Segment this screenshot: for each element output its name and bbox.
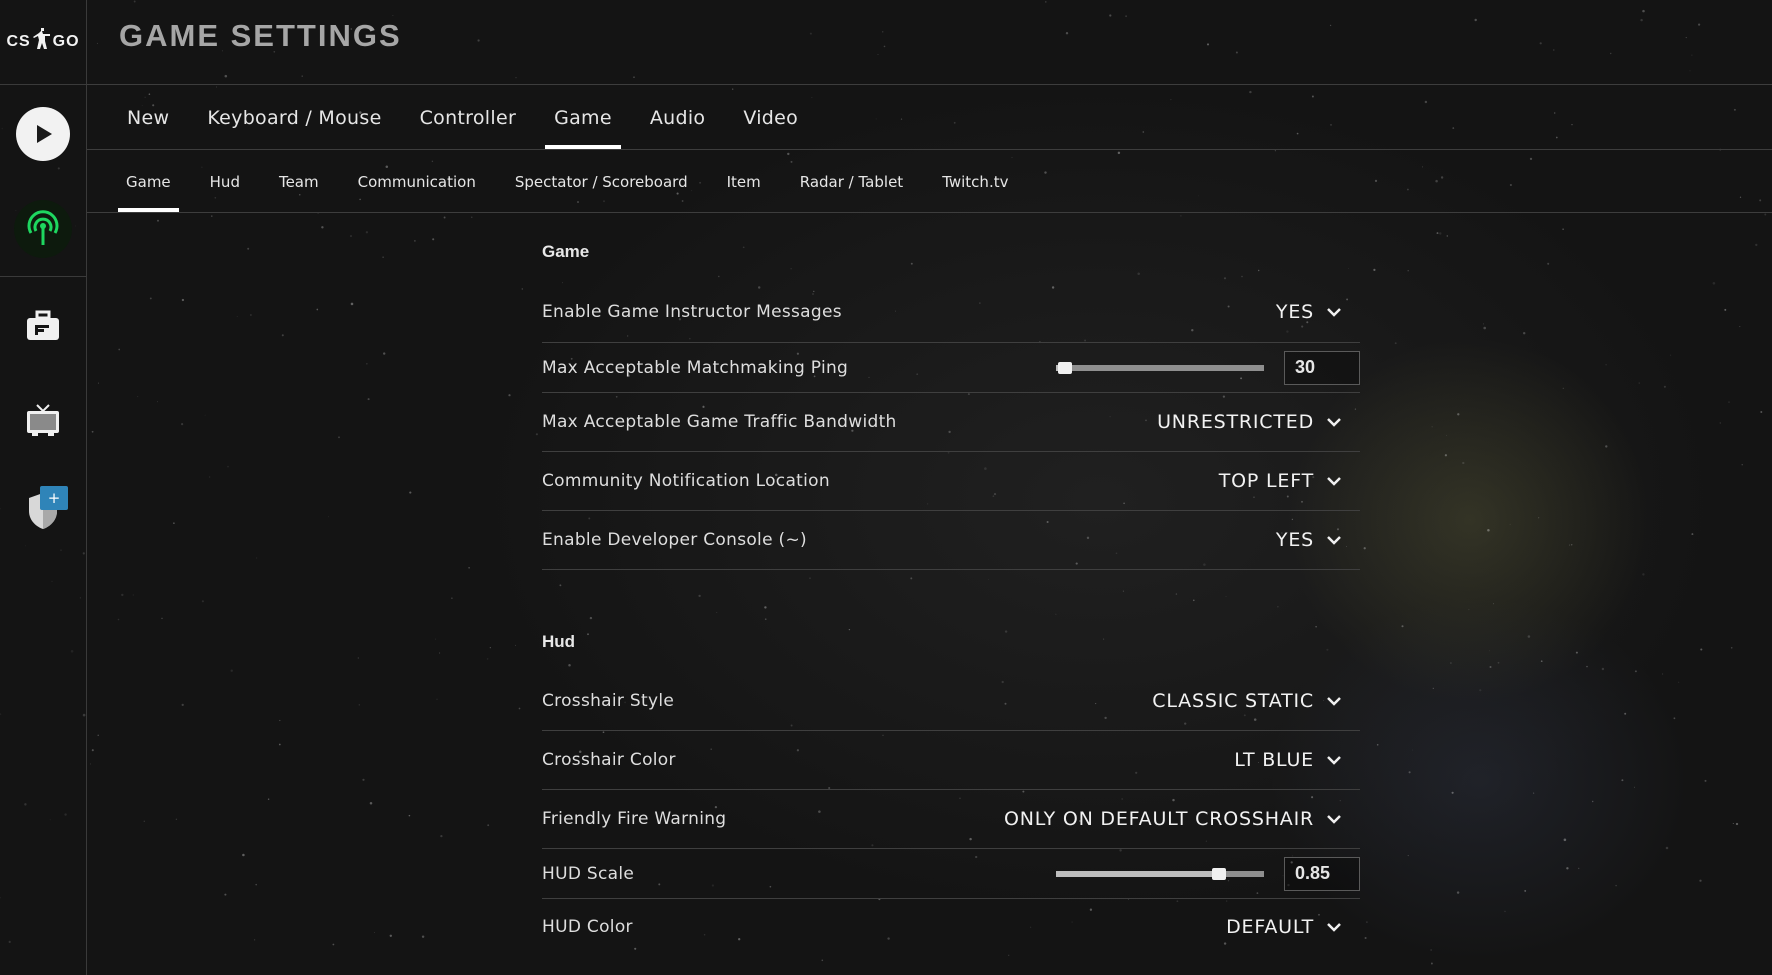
setting-label: Crosshair Style	[542, 691, 675, 711]
header-divider	[87, 84, 1772, 85]
ping-control: 30	[1056, 350, 1360, 385]
ping-value-input[interactable]: 30	[1284, 350, 1360, 385]
chevron-down-icon	[1326, 814, 1342, 824]
slider-fill	[1056, 870, 1219, 877]
tab-keyboard-mouse[interactable]: Keyboard / Mouse	[190, 86, 398, 149]
notification-dropdown[interactable]: TOP LEFT	[1219, 470, 1342, 492]
rail-divider	[0, 276, 86, 277]
subtab-item[interactable]: Item	[719, 151, 769, 212]
settings-list: Game Enable Game Instructor Messages YES…	[542, 212, 1360, 955]
chevron-down-icon	[1326, 922, 1342, 932]
logo-text-right: GO	[52, 33, 80, 50]
chevron-down-icon	[1326, 535, 1342, 545]
setting-label: Enable Game Instructor Messages	[542, 302, 842, 322]
dropdown-value: YES	[1275, 529, 1314, 551]
setting-row-crosshair-style: Crosshair Style CLASSIC STATIC	[542, 672, 1360, 731]
dropdown-value: UNRESTRICTED	[1157, 411, 1314, 433]
briefcase-icon	[26, 310, 60, 346]
setting-label: Crosshair Color	[542, 750, 676, 770]
setting-label: Max Acceptable Game Traffic Bandwidth	[542, 412, 897, 432]
hud-scale-value-input[interactable]: 0.85	[1284, 856, 1360, 891]
setting-label: HUD Scale	[542, 863, 635, 884]
soldier-logo-icon	[32, 28, 51, 56]
tab-controller[interactable]: Controller	[403, 86, 533, 149]
sub-tabs: Game Hud Team Communication Spectator / …	[118, 151, 1039, 212]
hud-scale-slider[interactable]	[1056, 867, 1264, 880]
dropdown-value: CLASSIC STATIC	[1152, 690, 1314, 712]
broadcast-antenna-icon	[14, 200, 72, 258]
setting-row-bandwidth: Max Acceptable Game Traffic Bandwidth UN…	[542, 393, 1360, 452]
watch-button[interactable]	[0, 400, 86, 444]
dropdown-value: YES	[1275, 301, 1314, 323]
subtab-spectator-scoreboard[interactable]: Spectator / Scoreboard	[507, 151, 696, 212]
setting-label: Max Acceptable Matchmaking Ping	[542, 357, 849, 378]
setting-row-notification: Community Notification Location TOP LEFT	[542, 452, 1360, 511]
instructor-dropdown[interactable]: YES	[1276, 301, 1342, 323]
play-button[interactable]	[0, 104, 86, 164]
dropdown-value: DEFAULT	[1226, 916, 1314, 938]
chevron-down-icon	[1326, 755, 1342, 765]
setting-row-instructor: Enable Game Instructor Messages YES	[542, 282, 1360, 343]
subtab-hud[interactable]: Hud	[202, 151, 248, 212]
slider-handle[interactable]	[1058, 361, 1072, 374]
tab-new[interactable]: New	[110, 86, 186, 149]
console-dropdown[interactable]: YES	[1276, 529, 1342, 551]
subtab-communication[interactable]: Communication	[350, 151, 484, 212]
logo-text-left: CS	[6, 33, 31, 50]
tab-game[interactable]: Game	[537, 86, 629, 149]
hud-color-dropdown[interactable]: DEFAULT	[1226, 916, 1342, 938]
bandwidth-dropdown[interactable]: UNRESTRICTED	[1157, 411, 1342, 433]
plus-badge[interactable]: +	[40, 486, 68, 510]
ping-slider[interactable]	[1056, 361, 1264, 374]
dropdown-value: ONLY ON DEFAULT CROSSHAIR	[1003, 808, 1314, 830]
chevron-down-icon	[1326, 307, 1342, 317]
section-title-hud: Hud	[542, 632, 576, 651]
setting-label: Friendly Fire Warning	[542, 809, 727, 829]
dropdown-value: LT BLUE	[1234, 749, 1314, 771]
section-title-game: Game	[542, 242, 590, 261]
hud-scale-control: 0.85	[1056, 856, 1360, 891]
crosshair-style-dropdown[interactable]: CLASSIC STATIC	[1152, 690, 1342, 712]
csgo-logo[interactable]: CS GO	[0, 0, 86, 85]
subtab-radar-tablet[interactable]: Radar / Tablet	[792, 151, 911, 212]
tv-icon	[26, 404, 60, 440]
inventory-button[interactable]	[0, 306, 86, 350]
setting-row-crosshair-color: Crosshair Color LT BLUE	[542, 731, 1360, 790]
main-tabs: New Keyboard / Mouse Controller Game Aud…	[110, 86, 819, 149]
chevron-down-icon	[1326, 417, 1342, 427]
slider-handle[interactable]	[1212, 867, 1226, 880]
subtab-twitch-tv[interactable]: Twitch.tv	[934, 151, 1016, 212]
subtab-team[interactable]: Team	[271, 151, 327, 212]
dropdown-value: TOP LEFT	[1218, 470, 1314, 492]
setting-row-friendly-fire: Friendly Fire Warning ONLY ON DEFAULT CR…	[542, 790, 1360, 849]
setting-label: Community Notification Location	[542, 471, 830, 491]
setting-row-ping: Max Acceptable Matchmaking Ping 30	[542, 343, 1360, 393]
setting-label: Enable Developer Console (~)	[542, 530, 807, 550]
subtab-game[interactable]: Game	[118, 151, 179, 212]
setting-row-hud-scale: HUD Scale 0.85	[542, 849, 1360, 899]
watch-live-button[interactable]	[0, 198, 86, 260]
tabs-divider	[87, 149, 1772, 150]
chevron-down-icon	[1326, 476, 1342, 486]
crosshair-color-dropdown[interactable]: LT BLUE	[1234, 749, 1342, 771]
setting-label: HUD Color	[542, 917, 633, 937]
left-rail: CS GO +	[0, 0, 87, 975]
chevron-down-icon	[1326, 696, 1342, 706]
tab-video[interactable]: Video	[726, 86, 815, 149]
page-title: GAME SETTINGS	[119, 18, 402, 53]
setting-row-hud-color: HUD Color DEFAULT	[542, 899, 1360, 955]
tab-audio[interactable]: Audio	[633, 86, 723, 149]
play-icon	[16, 107, 70, 161]
setting-row-console: Enable Developer Console (~) YES	[542, 511, 1360, 570]
friendly-fire-dropdown[interactable]: ONLY ON DEFAULT CROSSHAIR	[1004, 808, 1342, 830]
